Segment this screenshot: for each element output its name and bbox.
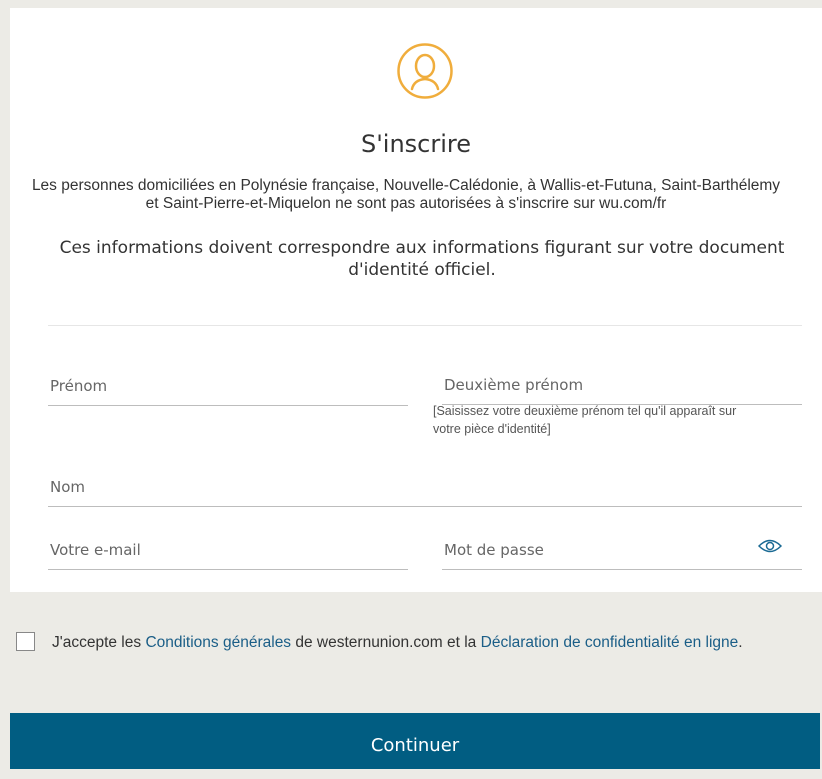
consent-middle: de westernunion.com et la xyxy=(291,634,481,651)
privacy-link[interactable]: Déclaration de confidentialité en ligne xyxy=(481,634,739,651)
divider xyxy=(48,325,802,326)
last-name-field[interactable]: Nom xyxy=(48,466,802,507)
consent-prefix: J'accepte les xyxy=(52,634,146,651)
consent-checkbox[interactable] xyxy=(16,632,35,651)
residency-notice: Les personnes domiciliées en Polynésie f… xyxy=(0,177,822,213)
signup-card: S'inscrire Prénom Deuxième prénom Nom Vo… xyxy=(10,8,822,592)
last-name-label: Nom xyxy=(50,478,86,496)
email-label: Votre e-mail xyxy=(50,541,141,559)
consent-suffix: . xyxy=(738,634,743,651)
password-field[interactable]: Mot de passe xyxy=(442,529,802,570)
middle-name-hint-line-1: [Saisissez votre deuxième prénom tel qu'… xyxy=(433,404,737,418)
password-label: Mot de passe xyxy=(444,541,544,559)
identity-instructions: Ces informations doivent correspondre au… xyxy=(36,237,808,281)
identity-instructions-line-2: d'identité officiel. xyxy=(348,260,496,280)
eye-icon[interactable] xyxy=(758,538,782,554)
middle-name-label: Deuxième prénom xyxy=(444,376,584,394)
first-name-field[interactable]: Prénom xyxy=(48,365,408,406)
residency-notice-line-2: et Saint-Pierre-et-Miquelon ne sont pas … xyxy=(145,195,667,212)
identity-instructions-line-1: Ces informations doivent correspondre au… xyxy=(59,238,785,258)
consent-row: J'accepte les Conditions générales de we… xyxy=(16,630,816,660)
page-title: S'inscrire xyxy=(360,130,472,158)
middle-name-hint-line-2: votre pièce d'identité] xyxy=(433,422,551,436)
terms-link[interactable]: Conditions générales xyxy=(145,634,291,651)
middle-name-hint: [Saisissez votre deuxième prénom tel qu'… xyxy=(433,402,795,438)
continue-button[interactable]: Continuer xyxy=(10,713,820,769)
residency-notice-line-1: Les personnes domiciliées en Polynésie f… xyxy=(31,177,781,194)
middle-name-field[interactable]: Deuxième prénom xyxy=(442,364,802,405)
first-name-label: Prénom xyxy=(50,377,108,395)
consent-text: J'accepte les Conditions générales de we… xyxy=(52,634,743,652)
user-avatar-icon xyxy=(397,43,453,99)
email-field[interactable]: Votre e-mail xyxy=(48,529,408,570)
